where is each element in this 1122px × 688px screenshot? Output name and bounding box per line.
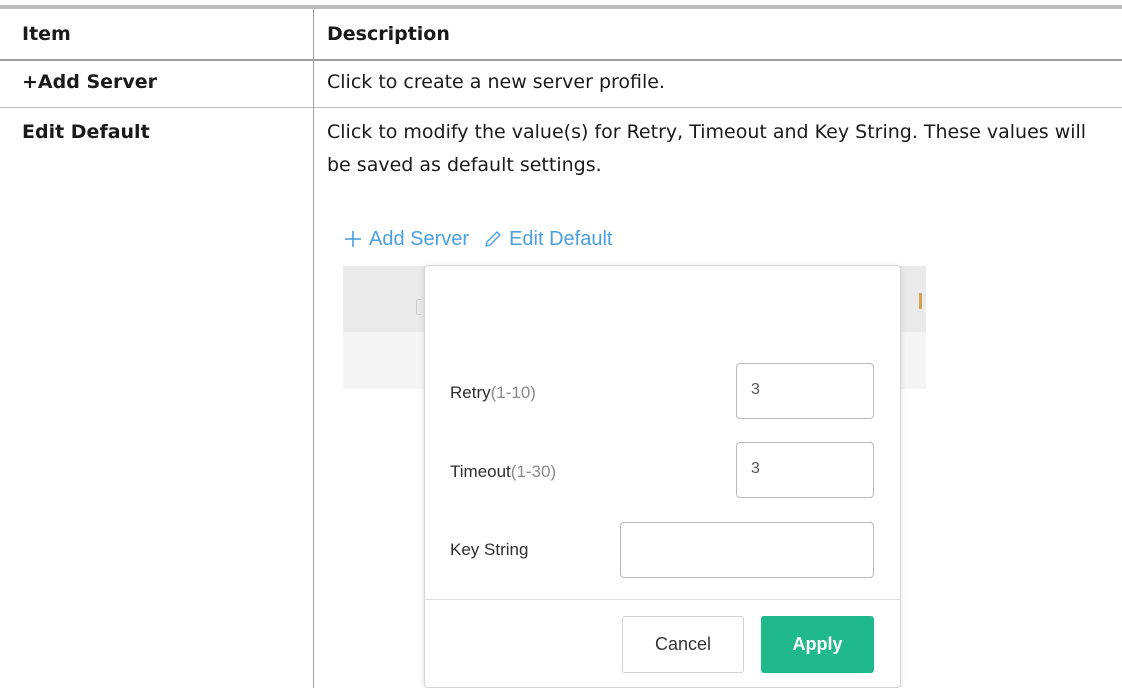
table-header-rule [0, 59, 1122, 61]
row-description-edit-default: Click to modify the value(s) for Retry, … [327, 121, 1087, 176]
timeout-label-text: Timeout [450, 462, 511, 481]
plus-icon [345, 231, 361, 247]
timeout-input[interactable]: 3 [736, 442, 874, 498]
key-string-input[interactable] [620, 522, 874, 578]
retry-label-text: Retry [450, 383, 491, 402]
key-string-label: Key String [450, 540, 529, 559]
cancel-button[interactable]: Cancel [622, 616, 744, 673]
apply-button[interactable]: Apply [761, 616, 874, 673]
timeout-label: Timeout(1-30) [450, 462, 556, 482]
document-page: Item Description +Add Server Click to cr… [0, 0, 1122, 688]
edit-default-label: Edit Default [509, 227, 613, 250]
table-top-rule [0, 5, 1122, 9]
pencil-icon [485, 231, 501, 247]
column-header-description: Description [327, 23, 450, 45]
retry-range: (1-10) [490, 383, 536, 402]
server-toolbar: Add Server Edit Default [343, 220, 626, 258]
edit-default-button[interactable]: Edit Default [483, 228, 612, 251]
row-item-add-server: +Add Server [22, 71, 158, 93]
header-checkbox-edge [416, 299, 421, 315]
add-server-label: Add Server [369, 227, 470, 250]
edit-default-dialog: Retry(1-10) 3 Timeout(1-30) 3 Key String… [424, 265, 901, 688]
timeout-range: (1-30) [510, 462, 557, 481]
row-description-add-server: Click to create a new server profile. [327, 71, 666, 93]
row-item-edit-default: Edit Default [22, 121, 150, 143]
column-header-item: Item [22, 23, 71, 45]
add-server-button[interactable]: Add Server [343, 228, 469, 251]
table-column-divider [313, 9, 314, 688]
retry-label: Retry(1-10) [450, 383, 536, 403]
edit-default-screenshot: Add Server Edit Default Retry(1-10) 3 Ti… [343, 220, 928, 688]
dialog-footer-divider [425, 599, 900, 600]
table-row-rule [0, 107, 1122, 108]
retry-input[interactable]: 3 [736, 363, 874, 419]
header-column-edge [919, 293, 922, 309]
